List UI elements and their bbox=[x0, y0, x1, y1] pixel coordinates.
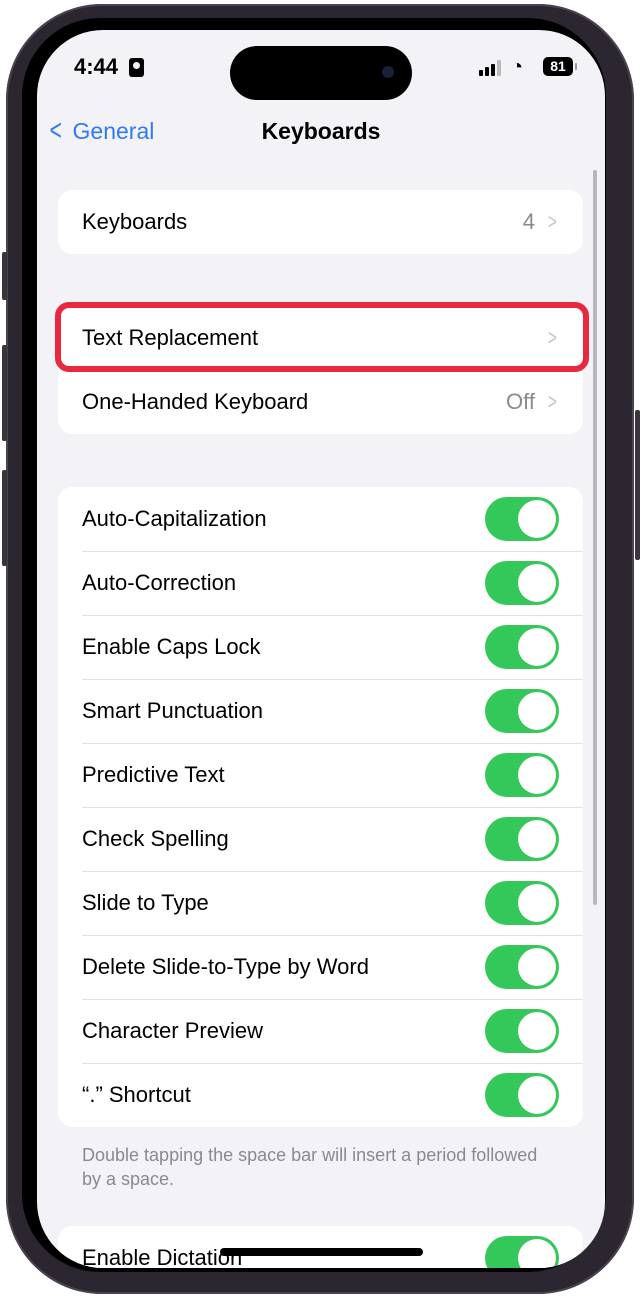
toggle-switch[interactable] bbox=[485, 753, 559, 797]
footnote: Double tapping the space bar will insert… bbox=[82, 1145, 538, 1189]
toggle-switch[interactable] bbox=[485, 881, 559, 925]
row-toggle: Slide to Type bbox=[58, 871, 583, 935]
toggle-knob bbox=[518, 1012, 556, 1050]
row-label: Text Replacement bbox=[82, 325, 259, 350]
toggle-switch[interactable] bbox=[485, 625, 559, 669]
text-group: Text Replacement > One-Handed Keyboard O… bbox=[58, 306, 583, 434]
toggle-knob bbox=[518, 820, 556, 858]
row-label: Smart Punctuation bbox=[82, 698, 263, 723]
row-label: Delete Slide-to-Type by Word bbox=[82, 954, 369, 979]
person-card-icon bbox=[129, 58, 144, 77]
toggle-switch[interactable] bbox=[485, 1073, 559, 1117]
toggle-knob bbox=[518, 884, 556, 922]
screen: 4:44 ◔ 81 < General Keyboards Keyboards … bbox=[37, 30, 605, 1268]
toggle-knob bbox=[518, 948, 556, 986]
action-button bbox=[2, 252, 7, 300]
row-one-handed-keyboard[interactable]: One-Handed Keyboard Off > bbox=[58, 370, 583, 434]
dictation-group: Enable Dictation bbox=[58, 1226, 583, 1268]
chevron-right-icon: > bbox=[548, 209, 558, 234]
row-label: Auto-Correction bbox=[82, 570, 237, 595]
row-text-replacement[interactable]: Text Replacement > bbox=[58, 306, 583, 370]
row-toggle: Auto-Correction bbox=[58, 551, 583, 615]
toggle-knob bbox=[518, 628, 556, 666]
toggle-knob bbox=[518, 756, 556, 794]
row-label: Enable Caps Lock bbox=[82, 634, 261, 659]
toggle-switch[interactable] bbox=[485, 561, 559, 605]
row-value: 4 bbox=[522, 209, 535, 234]
toggle-knob bbox=[518, 500, 556, 538]
row-label: Keyboards bbox=[82, 209, 188, 234]
volume-down-button bbox=[2, 470, 7, 566]
chevron-right-icon: > bbox=[548, 389, 558, 414]
row-enable-dictation: Enable Dictation bbox=[58, 1226, 583, 1268]
row-label: Character Preview bbox=[82, 1018, 263, 1043]
row-toggle: Auto-Capitalization bbox=[58, 487, 583, 551]
row-label: “.” Shortcut bbox=[82, 1082, 191, 1107]
toggle-switch[interactable] bbox=[485, 1009, 559, 1053]
scrollbar[interactable] bbox=[593, 170, 597, 905]
row-toggle: Check Spelling bbox=[58, 807, 583, 871]
toggle-switch[interactable] bbox=[485, 497, 559, 541]
toggle-switch[interactable] bbox=[485, 817, 559, 861]
toggle-switch[interactable] bbox=[485, 1236, 559, 1268]
signal-icon bbox=[479, 60, 503, 76]
chevron-right-icon: > bbox=[548, 325, 558, 350]
toggle-switch[interactable] bbox=[485, 945, 559, 989]
row-toggle: “.” Shortcut bbox=[58, 1063, 583, 1127]
page-title: Keyboards bbox=[261, 118, 381, 144]
row-toggle: Smart Punctuation bbox=[58, 679, 583, 743]
row-toggle: Enable Caps Lock bbox=[58, 615, 583, 679]
row-label: Auto-Capitalization bbox=[82, 506, 267, 531]
status-time: 4:44 bbox=[74, 54, 119, 79]
volume-up-button bbox=[2, 345, 7, 441]
toggle-knob bbox=[518, 1076, 556, 1114]
toggle-knob bbox=[518, 692, 556, 730]
row-value: Off bbox=[506, 389, 535, 414]
row-label: Predictive Text bbox=[82, 762, 225, 787]
navigation-bar: < General Keyboards bbox=[37, 114, 605, 154]
row-label: Enable Dictation bbox=[82, 1245, 243, 1268]
row-label: Check Spelling bbox=[82, 826, 229, 851]
row-toggle: Character Preview bbox=[58, 999, 583, 1063]
power-button bbox=[635, 410, 640, 560]
toggle-knob bbox=[518, 564, 556, 602]
row-keyboards[interactable]: Keyboards 4 > bbox=[58, 190, 583, 254]
battery-icon: 81 bbox=[543, 57, 577, 76]
row-label: Slide to Type bbox=[82, 890, 209, 915]
row-toggle: Delete Slide-to-Type by Word bbox=[58, 935, 583, 999]
home-indicator[interactable] bbox=[220, 1248, 423, 1256]
dynamic-island bbox=[230, 46, 412, 100]
keyboards-group: Keyboards 4 > bbox=[58, 190, 583, 254]
toggle-switch[interactable] bbox=[485, 689, 559, 733]
camera-icon bbox=[382, 66, 394, 78]
toggles-group: Auto-Capitalization Auto-Correction Enable… bbox=[58, 487, 583, 1127]
toggle-knob bbox=[518, 1239, 556, 1268]
row-label: One-Handed Keyboard bbox=[82, 389, 309, 414]
row-toggle: Predictive Text bbox=[58, 743, 583, 807]
wifi-icon: ◔ bbox=[511, 56, 524, 78]
